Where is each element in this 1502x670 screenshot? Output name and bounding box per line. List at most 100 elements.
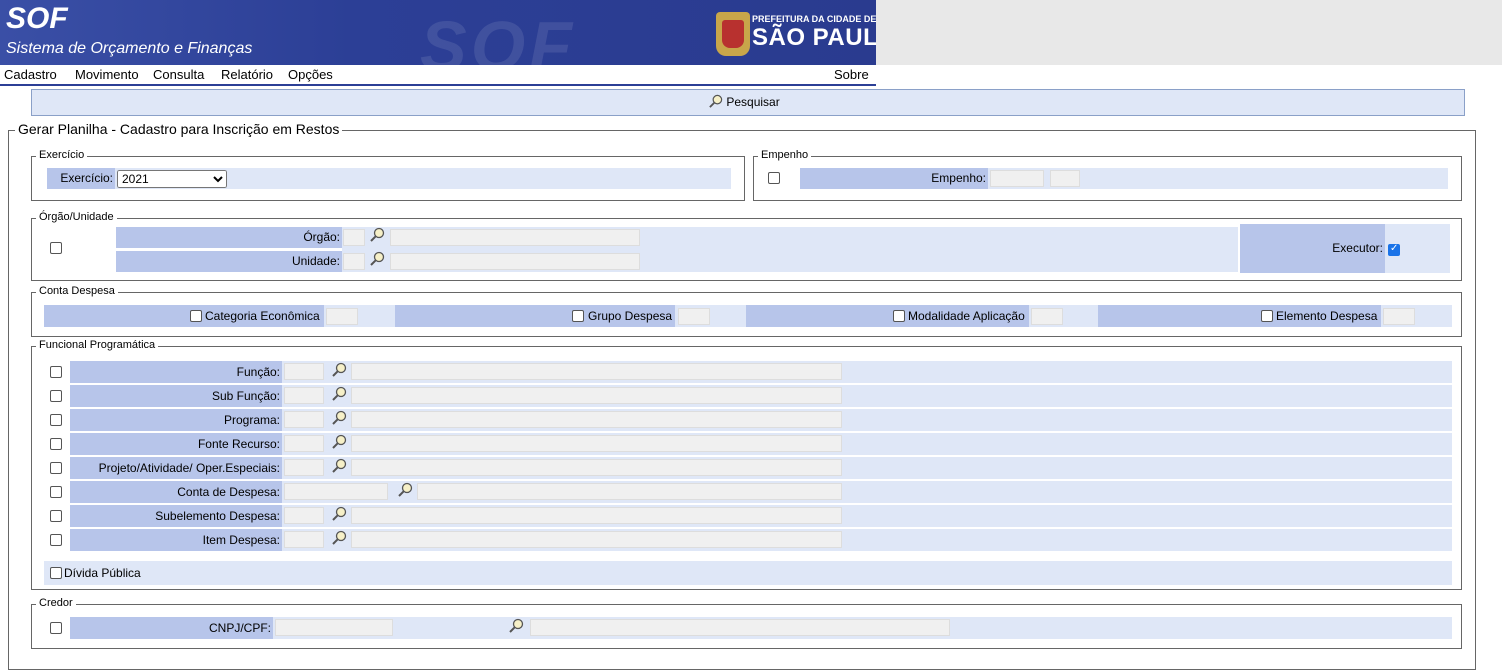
orgao-label: Órgão: bbox=[116, 227, 342, 248]
item-despesa-search-icon[interactable] bbox=[331, 530, 347, 546]
orgao-search-icon[interactable] bbox=[369, 227, 385, 243]
menu-bar: Cadastro Movimento Consulta Relatório Op… bbox=[0, 65, 876, 86]
subfuncao-desc-input[interactable] bbox=[351, 387, 842, 404]
item-despesa-checkbox[interactable] bbox=[50, 534, 62, 546]
projeto-atividade-checkbox[interactable] bbox=[50, 462, 62, 474]
empenho-input-2[interactable] bbox=[1050, 170, 1080, 187]
programa-desc-input[interactable] bbox=[351, 411, 842, 428]
projeto-atividade-desc-input[interactable] bbox=[351, 459, 842, 476]
projeto-atividade-search-icon[interactable] bbox=[331, 458, 347, 474]
modalidade-input[interactable] bbox=[1031, 308, 1063, 325]
menu-sobre[interactable]: Sobre bbox=[834, 67, 869, 82]
elemento-checkbox[interactable] bbox=[1261, 310, 1273, 322]
fonte-recurso-desc-input[interactable] bbox=[351, 435, 842, 452]
orgao-checkbox[interactable] bbox=[50, 242, 62, 254]
page-title: Gerar Planilha - Cadastro para Inscrição… bbox=[15, 121, 343, 137]
grupo-checkbox[interactable] bbox=[572, 310, 584, 322]
city-crest-icon bbox=[716, 12, 750, 56]
logo-small-text: PREFEITURA DA CIDADE DE bbox=[752, 14, 877, 24]
subfuncao-checkbox[interactable] bbox=[50, 390, 62, 402]
programa-code-input[interactable] bbox=[284, 411, 324, 428]
subelemento-desc-input[interactable] bbox=[351, 507, 842, 524]
exercicio-select[interactable]: 2021 bbox=[117, 170, 227, 188]
funcao-code-input[interactable] bbox=[284, 363, 324, 380]
projeto-atividade-code-input[interactable] bbox=[284, 459, 324, 476]
grupo-input[interactable] bbox=[678, 308, 710, 325]
search-button-label: Pesquisar bbox=[726, 95, 780, 109]
unidade-desc-input[interactable] bbox=[390, 253, 640, 270]
subfuncao-search-icon[interactable] bbox=[331, 386, 347, 402]
conta-despesa-desc-input[interactable] bbox=[417, 483, 842, 500]
fonte-recurso-code-input[interactable] bbox=[284, 435, 324, 452]
credor-name-input[interactable] bbox=[530, 619, 950, 636]
conta-despesa-checkbox[interactable] bbox=[50, 486, 62, 498]
categoria-input[interactable] bbox=[326, 308, 358, 325]
conta-despesa-label: Conta de Despesa: bbox=[70, 481, 282, 503]
item-despesa-code-input[interactable] bbox=[284, 531, 324, 548]
subelemento-checkbox[interactable] bbox=[50, 510, 62, 522]
credor-checkbox[interactable] bbox=[50, 622, 62, 634]
menu-movimento[interactable]: Movimento bbox=[75, 67, 139, 82]
unidade-code-input[interactable] bbox=[343, 253, 365, 270]
menu-opcoes[interactable]: Opções bbox=[288, 67, 333, 82]
subfuncao-code-input[interactable] bbox=[284, 387, 324, 404]
fonte-recurso-label: Fonte Recurso: bbox=[70, 433, 282, 455]
header-gray-area bbox=[876, 0, 1502, 65]
empenho-label: Empenho: bbox=[800, 168, 988, 189]
fonte-recurso-checkbox[interactable] bbox=[50, 438, 62, 450]
elemento-label: Elemento Despesa bbox=[1276, 309, 1378, 323]
credor-legend: Credor bbox=[36, 597, 76, 609]
empenho-checkbox[interactable] bbox=[768, 172, 780, 184]
modalidade-checkbox[interactable] bbox=[893, 310, 905, 322]
categoria-label: Categoria Econômica bbox=[205, 309, 320, 323]
search-button[interactable]: Pesquisar bbox=[708, 94, 780, 109]
funcao-checkbox[interactable] bbox=[50, 366, 62, 378]
orgao-desc-input[interactable] bbox=[390, 229, 640, 246]
funcao-desc-input[interactable] bbox=[351, 363, 842, 380]
fonte-recurso-search-icon[interactable] bbox=[331, 434, 347, 450]
programa-search-icon[interactable] bbox=[331, 410, 347, 426]
item-despesa-desc-input[interactable] bbox=[351, 531, 842, 548]
app-name: Sistema de Orçamento e Finanças bbox=[6, 40, 253, 57]
cnpj-input[interactable] bbox=[275, 619, 393, 636]
menu-consulta[interactable]: Consulta bbox=[153, 67, 204, 82]
elemento-input[interactable] bbox=[1383, 308, 1415, 325]
subfuncao-label: Sub Função: bbox=[70, 385, 282, 407]
categoria-checkbox[interactable] bbox=[190, 310, 202, 322]
app-abbr: SOF bbox=[6, 2, 68, 35]
grupo-label: Grupo Despesa bbox=[588, 309, 673, 323]
executor-checkbox[interactable] bbox=[1388, 243, 1400, 256]
orgao-legend: Órgão/Unidade bbox=[36, 211, 117, 223]
divida-checkbox[interactable] bbox=[50, 567, 62, 579]
magnifier-icon bbox=[709, 94, 723, 108]
funcao-search-icon[interactable] bbox=[331, 362, 347, 378]
item-despesa-label: Item Despesa: bbox=[70, 529, 282, 551]
conta-despesa-search-icon[interactable] bbox=[397, 482, 413, 498]
exercicio-legend: Exercício bbox=[36, 149, 88, 161]
banner-watermark: SOF bbox=[420, 7, 576, 65]
funcao-label: Função: bbox=[70, 361, 282, 383]
executor-label: Executor: bbox=[1240, 224, 1385, 273]
programa-checkbox[interactable] bbox=[50, 414, 62, 426]
subelemento-search-icon[interactable] bbox=[331, 506, 347, 522]
subelemento-code-input[interactable] bbox=[284, 507, 324, 524]
conta-despesa-code-input[interactable] bbox=[284, 483, 388, 500]
conta-legend: Conta Despesa bbox=[36, 285, 118, 297]
cnpj-search-icon[interactable] bbox=[508, 618, 524, 634]
empenho-legend: Empenho bbox=[758, 149, 812, 161]
menu-cadastro[interactable]: Cadastro bbox=[4, 67, 57, 82]
modalidade-label: Modalidade Aplicação bbox=[908, 309, 1025, 323]
funcional-legend: Funcional Programática bbox=[36, 339, 159, 351]
orgao-code-input[interactable] bbox=[343, 229, 365, 246]
search-toolbar: Pesquisar bbox=[31, 89, 1465, 116]
menu-relatorio[interactable]: Relatório bbox=[221, 67, 273, 82]
unidade-search-icon[interactable] bbox=[369, 251, 385, 267]
empenho-input-1[interactable] bbox=[990, 170, 1044, 187]
exercicio-label: Exercício: bbox=[47, 168, 115, 189]
cnpj-label: CNPJ/CPF: bbox=[70, 617, 273, 639]
projeto-atividade-label: Projeto/Atividade/ Oper.Especiais: bbox=[70, 457, 282, 479]
subelemento-label: Subelemento Despesa: bbox=[70, 505, 282, 527]
divida-bg bbox=[44, 561, 1452, 585]
divida-label: Dívida Pública bbox=[64, 566, 141, 580]
programa-label: Programa: bbox=[70, 409, 282, 431]
